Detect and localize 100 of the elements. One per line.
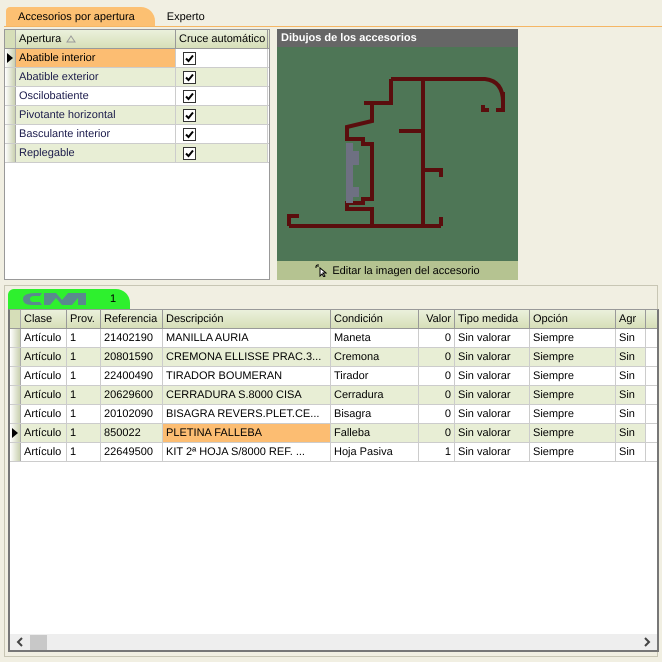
tab-label: 1 [110,293,116,305]
column-header[interactable]: Clase [21,310,67,328]
table-cell: 1 [67,329,101,347]
tab[interactable]: Accesorios por apertura [6,7,155,26]
table-cell: Cremona [331,348,419,366]
table-cell: Tirador [331,367,419,385]
table-cell: Sin [616,424,646,442]
table-cell: Sin valorar [455,329,530,347]
table-cell: Siempre [530,424,616,442]
checkbox[interactable] [183,109,196,122]
table-cell: 21402190 [101,329,163,347]
table-cell: TIRADOR BOUMERAN [163,367,331,385]
table-cell: 1 [67,443,101,461]
table-cell: Sin valorar [455,386,530,404]
column-header[interactable]: Tipo medida [455,310,530,328]
table-cell: Bisagra [331,405,419,423]
column-header[interactable]: Referencia [101,310,163,328]
row-header[interactable] [10,424,21,442]
table-cell[interactable]: Replegable [16,144,176,162]
sort-icon [66,35,76,43]
table-cell: 0 [419,367,455,385]
table-cell: 20801590 [101,348,163,366]
table-cell: Sin valorar [455,367,530,385]
row-header[interactable] [5,49,16,67]
table-cell: 0 [419,348,455,366]
table-cell: Siempre [530,367,616,385]
horizontal-scrollbar[interactable] [10,634,657,650]
table-cell: 1 [67,386,101,404]
table-cell: CERRADURA S.8000 CISA [163,386,331,404]
table-cell: 20629600 [101,386,163,404]
table-cell: Siempre [530,443,616,461]
table-cell: Artículo [21,348,67,366]
table-cell: 0 [419,386,455,404]
column-header[interactable]: Agr [616,310,646,328]
panel-title: Dibujos de los accesorios [277,29,518,47]
table-cell: MANILLA AURIA [163,329,331,347]
tab[interactable]: Experto [154,7,217,26]
corner-cell [10,310,21,328]
table-cell: 20102090 [101,405,163,423]
table-cell: Sin [616,329,646,347]
table-cell: Sin [616,443,646,461]
table-cell: Artículo [21,367,67,385]
table-cell: 850022 [101,424,163,442]
cursor-icon [315,264,328,277]
table-cell: 1 [67,405,101,423]
table-cell: Sin valorar [455,443,530,461]
table-cell: Cerradura [331,386,419,404]
scroll-right-icon [643,637,651,647]
table-cell[interactable]: Abatible interior [16,49,176,67]
scroll-left-icon [16,637,24,647]
scroll-thumb[interactable] [30,634,47,650]
checkbox[interactable] [183,90,196,103]
column-header[interactable]: Valor [419,310,455,328]
column-header[interactable]: Cruce automático [176,30,268,48]
table-cell: 1 [67,424,101,442]
table-cell: BISAGRA REVERS.PLET.CE... [163,405,331,423]
table-cell: Siempre [530,386,616,404]
table-cell[interactable]: Basculante interior [16,125,176,143]
current-row-icon [12,428,18,438]
table-cell[interactable]: Pivotante horizontal [16,106,176,124]
table-cell: Sin valorar [455,348,530,366]
column-header[interactable]: Descripción [163,310,331,328]
table-cell: 1 [67,348,101,366]
table-cell: Artículo [21,443,67,461]
checkbox[interactable] [183,52,196,65]
column-header[interactable]: Prov. [67,310,101,328]
table-cell: Falleba [331,424,419,442]
table-cell: Sin [616,405,646,423]
table-cell: KIT 2ª HOJA S/8000 REF. ... [163,443,331,461]
column-header[interactable]: Opción [530,310,616,328]
table-cell: PLETINA FALLEBA [163,424,331,442]
table-cell: Sin [616,348,646,366]
table-cell: 0 [419,329,455,347]
table-cell: Artículo [21,386,67,404]
table-cell: 1 [67,367,101,385]
table-cell: Artículo [21,424,67,442]
checkbox[interactable] [183,71,196,84]
table-cell: Siempre [530,348,616,366]
table-cell: 22400490 [101,367,163,385]
table-cell: Sin valorar [455,405,530,423]
checkbox[interactable] [183,128,196,141]
table-cell: Siempre [530,405,616,423]
table-cell: Sin [616,367,646,385]
current-row-icon [7,53,13,63]
edit-image-button[interactable]: Editar la imagen del accesorio [277,261,518,280]
column-header[interactable]: Apertura [16,30,176,48]
table-cell: Sin [616,386,646,404]
table-cell: Artículo [21,329,67,347]
group-tab[interactable]: 1 [8,289,130,309]
column-header[interactable]: Condición [331,310,419,328]
table-cell: Sin valorar [455,424,530,442]
table-cell[interactable]: Abatible exterior [16,68,176,86]
table-cell[interactable]: Oscilobatiente [16,87,176,105]
table-cell: 0 [419,424,455,442]
table-cell: Hoja Pasiva [331,443,419,461]
corner-cell [5,30,16,48]
checkbox[interactable] [183,147,196,160]
table-cell: 0 [419,405,455,423]
table-cell: Artículo [21,405,67,423]
table-cell: 1 [419,443,455,461]
